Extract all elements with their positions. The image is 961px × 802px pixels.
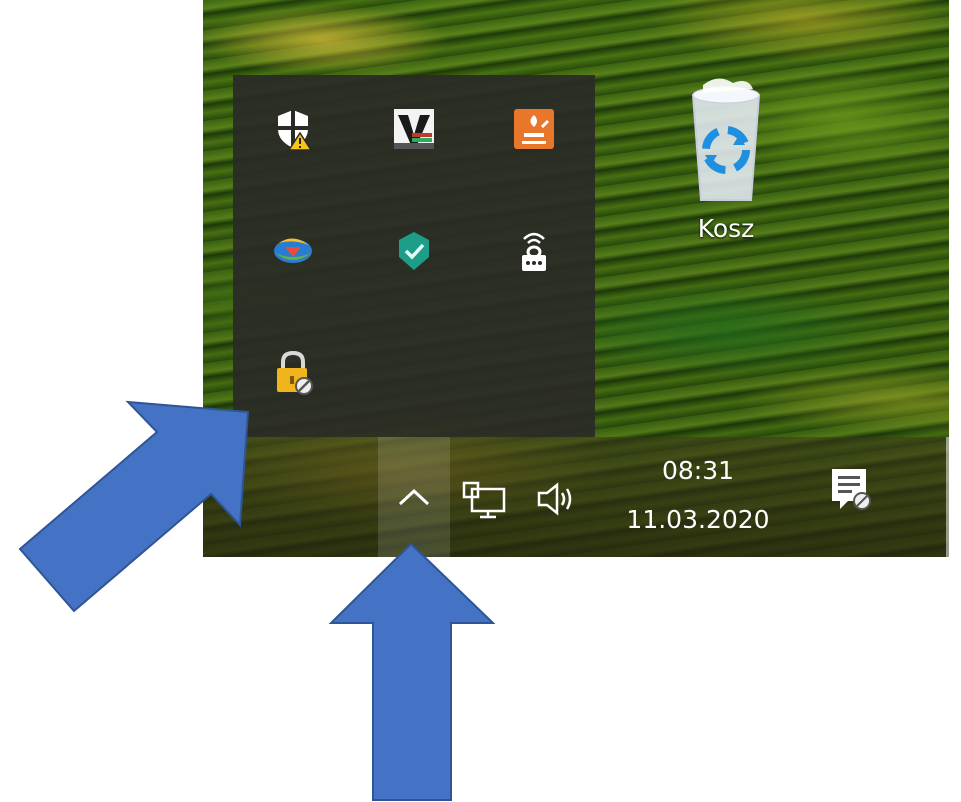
annotation-arrows [18, 400, 496, 801]
arrow-to-tray-panel [18, 400, 250, 613]
arrow-to-chevron-button [328, 542, 496, 801]
